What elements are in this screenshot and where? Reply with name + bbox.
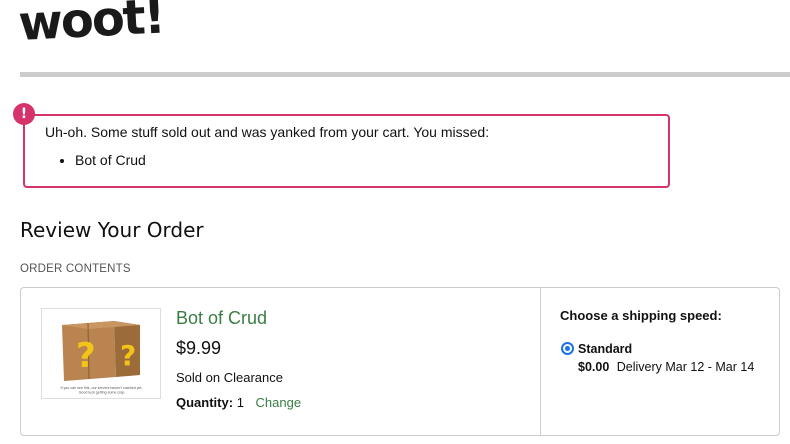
product-image: ? ? If you can see this, our servers hav… — [41, 308, 161, 399]
shipping-option-detail: $0.00 Delivery Mar 12 - Mar 14 — [578, 360, 754, 374]
shipping-price: $0.00 — [578, 360, 610, 374]
exclamation-icon: ! — [13, 103, 35, 125]
delivery-window: Delivery Mar 12 - Mar 14 — [616, 360, 755, 374]
order-contents-label: ORDER CONTENTS — [20, 263, 131, 275]
header-divider — [20, 72, 790, 77]
mystery-box-icon: ? ? If you can see this, our servers hav… — [42, 309, 160, 398]
woot-logo[interactable]: woot! — [17, 0, 165, 52]
product-name-link[interactable]: Bot of Crud — [176, 308, 267, 329]
sold-out-alert: Uh-oh. Some stuff sold out and was yanke… — [23, 114, 670, 188]
panel-divider — [540, 288, 541, 435]
product-status: Sold on Clearance — [176, 370, 283, 385]
order-contents-panel: ? ? If you can see this, our servers hav… — [20, 287, 780, 436]
missed-item: Bot of Crud — [75, 152, 146, 168]
product-price: $9.99 — [176, 338, 222, 358]
shipping-speed-title: Choose a shipping speed: — [560, 308, 722, 323]
change-quantity-link[interactable]: Change — [256, 395, 302, 410]
page-title: Review Your Order — [20, 218, 204, 242]
quantity-row: Quantity: 1 Change — [176, 395, 301, 410]
standard-shipping-radio[interactable] — [561, 342, 574, 355]
alert-message: Uh-oh. Some stuff sold out and was yanke… — [45, 124, 490, 140]
svg-text:?: ? — [76, 336, 96, 376]
quantity-value: 1 — [236, 395, 244, 410]
svg-text:?: ? — [120, 339, 136, 372]
missed-items-list: Bot of Crud — [75, 152, 146, 168]
quantity-label: Quantity: — [176, 395, 234, 410]
shipping-option-name[interactable]: Standard — [578, 342, 632, 356]
